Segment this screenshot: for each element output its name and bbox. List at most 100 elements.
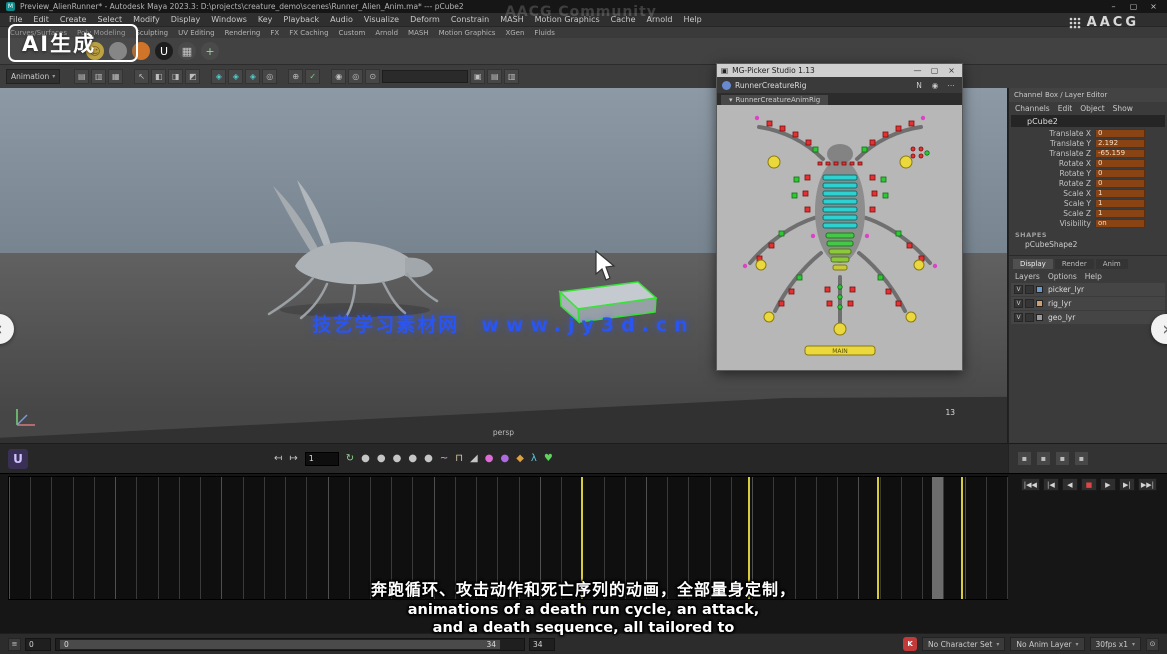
snap-to-curve-icon[interactable]: ◈ — [228, 69, 243, 84]
spline-tangent-icon[interactable]: ~ — [440, 453, 448, 464]
ghost-pink-icon[interactable]: ● — [485, 453, 494, 464]
channel-value-field[interactable]: 0 — [1095, 179, 1145, 188]
render-icon[interactable]: ◉ — [331, 69, 346, 84]
channel-value-field[interactable]: 2.192 — [1095, 139, 1145, 148]
play-backwards-button[interactable]: ◀ — [1062, 478, 1078, 491]
channel-value-field[interactable]: on — [1095, 219, 1145, 228]
menu-display[interactable]: Display — [171, 15, 201, 24]
channel-value-field[interactable]: 1 — [1095, 209, 1145, 218]
animation-preferences-icon[interactable]: ⊙ — [1146, 638, 1159, 651]
picker-canvas[interactable]: MAIN — [717, 105, 962, 370]
linear-tangent-icon[interactable]: ◢ — [470, 453, 478, 464]
menu-playback[interactable]: Playback — [283, 15, 319, 24]
layer-tab-display[interactable]: Display — [1013, 259, 1053, 269]
layers-menu-help[interactable]: Help — [1085, 272, 1102, 281]
menu-windows[interactable]: Windows — [211, 15, 247, 24]
layer-row[interactable]: Vgeo_lyr — [1011, 311, 1165, 324]
make-live-icon[interactable]: ⊕ — [288, 69, 303, 84]
channel-box-menu-show[interactable]: Show — [1113, 104, 1133, 113]
shelf-tab-fx-caching[interactable]: FX Caching — [289, 29, 328, 37]
picker-more-icon[interactable]: ⋯ — [945, 81, 957, 90]
shelf-tab-sculpting[interactable]: Sculpting — [135, 29, 168, 37]
select-by-hierarchy-icon[interactable]: ◧ — [151, 69, 166, 84]
menu-create[interactable]: Create — [60, 15, 87, 24]
character-set-dropdown[interactable]: No Character Set ▾ — [922, 637, 1005, 651]
layer-row[interactable]: Vpicker_lyr — [1011, 283, 1165, 296]
channel-box-toggle-icon[interactable]: ▥ — [504, 69, 519, 84]
layer-visibility-toggle[interactable]: V — [1014, 285, 1023, 294]
render-settings-icon[interactable]: ⊙ — [365, 69, 380, 84]
auto-key-button[interactable]: K — [903, 637, 917, 651]
picker-main-button[interactable]: MAIN — [805, 346, 875, 355]
layer-display-type-toggle[interactable] — [1025, 313, 1034, 322]
new-scene-icon[interactable]: ▤ — [74, 69, 89, 84]
anim-layer-dropdown[interactable]: No Anim Layer ▾ — [1010, 637, 1084, 651]
picker-spine-controls[interactable] — [823, 175, 857, 228]
key-dot-icon[interactable]: ● — [393, 453, 402, 464]
picker-target-icon[interactable]: ◉ — [929, 81, 941, 90]
snap-to-point-icon[interactable]: ◈ — [245, 69, 260, 84]
plus-icon[interactable]: + — [201, 42, 219, 60]
menu-set-dropdown[interactable]: Animation▾ — [6, 69, 60, 84]
layer-row[interactable]: Vrig_lyr — [1011, 297, 1165, 310]
time-slider-menu-icon[interactable]: ≡ — [8, 638, 21, 651]
channel-value-field[interactable]: 0 — [1095, 169, 1145, 178]
shelf-tab-motion-graphics[interactable]: Motion Graphics — [439, 29, 496, 37]
step-tangent-icon[interactable]: ⊓ — [455, 453, 463, 464]
shelf-tab-fx[interactable]: FX — [270, 29, 279, 37]
key-dot-icon[interactable]: ● — [377, 453, 386, 464]
next-keyframe-icon[interactable]: ↦ — [289, 453, 297, 464]
shelf-tab-rendering[interactable]: Rendering — [225, 29, 261, 37]
maximize-button[interactable]: ▢ — [1126, 2, 1141, 11]
layer-tab-render[interactable]: Render — [1055, 259, 1094, 269]
minimize-button[interactable]: – — [1106, 2, 1121, 11]
heart-icon[interactable]: ♥ — [544, 453, 553, 464]
picker-rig-menu[interactable]: RunnerCreatureRig — [735, 81, 806, 90]
key-dot-icon[interactable]: ● — [408, 453, 417, 464]
menu-file[interactable]: File — [9, 15, 22, 24]
current-frame-field[interactable]: 1 — [305, 452, 339, 466]
layers-menu-options[interactable]: Options — [1048, 272, 1077, 281]
picker-titlebar[interactable]: ▣ MG-Picker Studio 1.13 — ▢ × — [717, 64, 962, 77]
menu-select[interactable]: Select — [97, 15, 122, 24]
channel-box-menu-object[interactable]: Object — [1080, 104, 1104, 113]
picker-minimize-button[interactable]: — — [911, 66, 924, 75]
channel-value-field[interactable]: 0 — [1095, 159, 1145, 168]
picker-namespace-icon[interactable]: N — [913, 81, 925, 90]
go-to-end-button[interactable]: ▶▶| — [1138, 478, 1157, 491]
shelf-tab-custom[interactable]: Custom — [339, 29, 366, 37]
step-forward-button[interactable]: ▶| — [1119, 478, 1135, 491]
ghost-purple-icon[interactable]: ● — [500, 453, 509, 464]
shelf-tab-xgen[interactable]: XGen — [505, 29, 524, 37]
menu-modify[interactable]: Modify — [133, 15, 160, 24]
selected-object-name[interactable]: pCube2 — [1011, 115, 1165, 127]
save-scene-icon[interactable]: ▦ — [108, 69, 123, 84]
dock-footer-icon[interactable]: ▪ — [1017, 451, 1032, 466]
select-by-object-icon[interactable]: ◨ — [168, 69, 183, 84]
picker-tab[interactable]: ▾ RunnerCreatureAnimRig — [721, 95, 828, 105]
play-forwards-button[interactable]: ▶ — [1100, 478, 1116, 491]
menu-visualize[interactable]: Visualize — [364, 15, 399, 24]
grid-icon[interactable]: ▦ — [178, 42, 196, 60]
layer-color-swatch[interactable] — [1036, 300, 1043, 307]
key-dot-icon[interactable]: ● — [361, 453, 370, 464]
shelf-tab-fluids[interactable]: Fluids — [534, 29, 554, 37]
picker-window[interactable]: ▣ MG-Picker Studio 1.13 — ▢ × RunnerCrea… — [716, 63, 963, 371]
expression-icon[interactable]: λ — [531, 453, 537, 464]
range-slider-track[interactable]: 0 34 — [55, 638, 525, 651]
plugin-logo-icon[interactable]: U — [8, 449, 28, 469]
dock-footer-icon[interactable]: ▪ — [1055, 451, 1070, 466]
menu-constrain[interactable]: Constrain — [451, 15, 489, 24]
layer-color-swatch[interactable] — [1036, 314, 1043, 321]
channel-value-field[interactable]: 1 — [1095, 189, 1145, 198]
channel-value-field[interactable]: 0 — [1095, 129, 1145, 138]
shelf-tab-mash[interactable]: MASH — [408, 29, 429, 37]
menu-help[interactable]: Help — [683, 15, 701, 24]
ipr-render-icon[interactable]: ◎ — [348, 69, 363, 84]
range-slider-thumb[interactable]: 0 34 — [60, 640, 500, 649]
snap-to-grid-icon[interactable]: ◈ — [211, 69, 226, 84]
snap-to-center-icon[interactable]: ◎ — [262, 69, 277, 84]
shelf-tab-arnold[interactable]: Arnold — [375, 29, 398, 37]
dock-footer-icon[interactable]: ▪ — [1074, 451, 1089, 466]
range-start-field[interactable]: 0 — [25, 638, 51, 651]
